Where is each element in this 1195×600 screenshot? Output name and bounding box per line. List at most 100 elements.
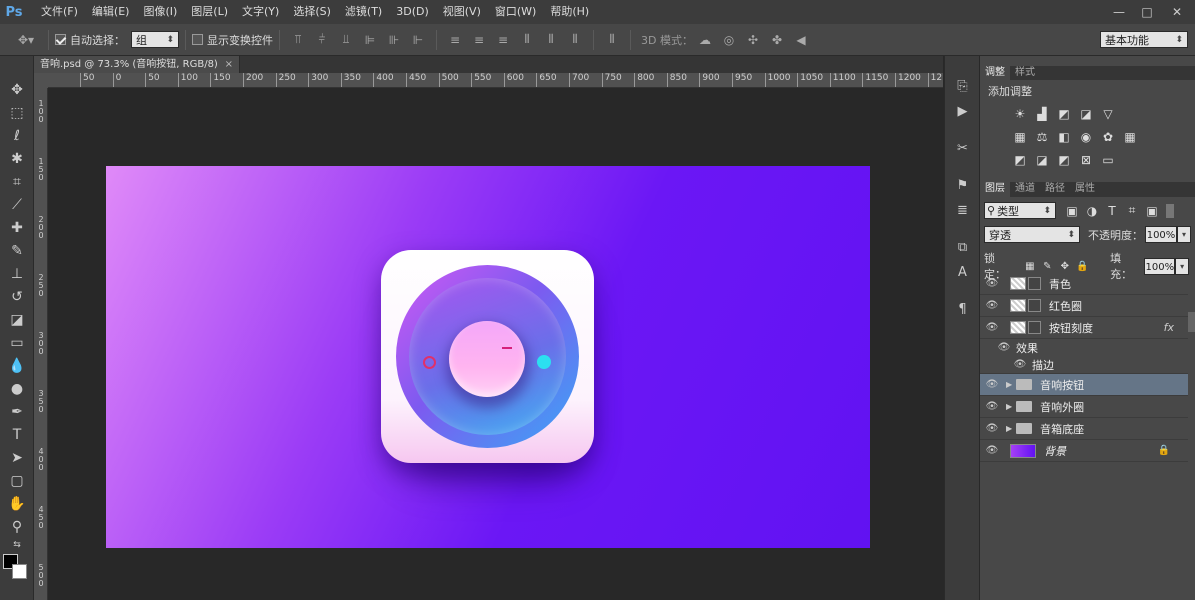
filter-type-icon[interactable]: T [1104,203,1120,219]
minimize-button[interactable]: — [1104,0,1134,24]
layer-row[interactable]: 👁 按钮刻度 fx [980,317,1188,339]
lock-all-icon[interactable]: 🔒 [1075,258,1091,274]
effect-row[interactable]: 👁 描边 [980,356,1188,374]
filter-shape-icon[interactable]: ⌗ [1124,203,1140,219]
crop-tool-icon[interactable]: ⌗ [0,170,34,193]
visibility-eye-icon[interactable]: 👁 [980,423,1004,434]
clone-stamp-tool-icon[interactable]: ⊥ [0,262,34,285]
filter-toggle[interactable] [1166,203,1174,218]
curves-icon[interactable]: ◩ [1056,106,1072,122]
distribute-bottom-icon[interactable]: ≡ [495,32,511,48]
gradient-tool-icon[interactable]: ▭ [0,331,34,354]
pen-tool-icon[interactable]: ✒ [0,400,34,423]
paragraph-panel-icon[interactable]: ¶ [945,297,980,322]
close-document-icon[interactable]: × [225,56,233,73]
brush-presets-icon[interactable]: ✂ [945,136,980,161]
layer-row[interactable]: 👁 ▶ 音箱底座 [980,418,1188,440]
tab-layers[interactable]: 图层 [980,182,1010,197]
visibility-eye-icon[interactable]: 👁 [980,300,1004,311]
healing-brush-tool-icon[interactable]: ✚ [0,216,34,239]
menu-filter[interactable]: 滤镜(T) [338,0,389,24]
distribute-vcenter-icon[interactable]: ≡ [471,32,487,48]
history-panel-icon[interactable]: ⎘ [945,74,980,99]
lock-transparency-icon[interactable]: ▦ [1022,258,1038,274]
layer-row-selected[interactable]: 👁 ▶ 音响按钮 [980,374,1188,396]
3d-scale-icon[interactable]: ◀ [793,32,809,48]
expand-group-icon[interactable]: ▶ [1006,402,1012,411]
tab-properties[interactable]: 属性 [1070,182,1100,197]
distribute-top-icon[interactable]: ≡ [447,32,463,48]
align-left-icon[interactable]: ⊫ [362,32,378,48]
photo-filter-icon[interactable]: ◉ [1078,129,1094,145]
tab-adjustments[interactable]: 调整 [980,66,1010,80]
brush-tool-icon[interactable]: ✎ [0,239,34,262]
distribute-left-icon[interactable]: ⦀ [519,32,535,48]
tab-paths[interactable]: 路径 [1040,182,1070,197]
visibility-eye-icon[interactable]: 👁 [980,445,1004,456]
fill-input[interactable]: 100% [1144,257,1176,275]
3d-roll-icon[interactable]: ◎ [721,32,737,48]
opacity-input[interactable]: 100% [1145,226,1177,243]
dodge-tool-icon[interactable]: ● [0,377,34,400]
path-select-tool-icon[interactable]: ➤ [0,446,34,469]
3d-pan-icon[interactable]: ✣ [745,32,761,48]
align-right-icon[interactable]: ⊩ [410,32,426,48]
lock-pixels-icon[interactable]: ✎ [1040,258,1056,274]
channel-mixer-icon[interactable]: ✿ [1100,129,1116,145]
history-brush-tool-icon[interactable]: ↺ [0,285,34,308]
layers-scrollbar[interactable] [1188,312,1195,332]
selective-color-icon[interactable]: ▭ [1100,152,1116,168]
eyedropper-tool-icon[interactable]: ⟋ [0,193,34,216]
close-button[interactable]: ✕ [1162,0,1192,24]
visibility-eye-icon[interactable]: 👁 [980,322,1004,333]
zoom-tool-icon[interactable]: ⚲ [0,515,34,538]
blur-tool-icon[interactable]: 💧 [0,354,34,377]
menu-help[interactable]: 帮助(H) [543,0,596,24]
threshold-icon[interactable]: ◩ [1056,152,1072,168]
distribute-right-icon[interactable]: ⦀ [567,32,583,48]
effects-eye-icon[interactable]: 👁 [992,342,1016,353]
layer-row[interactable]: 👁 ▶ 音响外圈 [980,396,1188,418]
show-transform-checkbox[interactable] [192,34,203,45]
filter-smart-object-icon[interactable]: ▣ [1144,203,1160,219]
clone-source-icon[interactable]: ⧉ [945,235,980,260]
filter-pixel-icon[interactable]: ▣ [1064,203,1080,219]
visibility-eye-icon[interactable]: 👁 [980,401,1004,412]
vertical-ruler[interactable]: 100150200250300350400450500 [34,88,48,600]
workspace-dropdown[interactable]: 基本功能 [1100,31,1188,48]
posterize-icon[interactable]: ◪ [1034,152,1050,168]
levels-icon[interactable]: ▟ [1034,106,1050,122]
layer-row[interactable]: 👁 青色 [980,273,1188,295]
menu-select[interactable]: 选择(S) [286,0,338,24]
eraser-tool-icon[interactable]: ◪ [0,308,34,331]
align-vcenter-icon[interactable]: ⫩ [314,32,330,48]
background-color[interactable] [12,564,27,579]
hue-saturation-icon[interactable]: ▦ [1012,129,1028,145]
layer-effects-badge[interactable]: fx [1164,321,1174,334]
quick-select-tool-icon[interactable]: ✱ [0,147,34,170]
color-lookup-icon[interactable]: ▦ [1122,129,1138,145]
filter-adjustment-icon[interactable]: ◑ [1084,203,1100,219]
blend-mode-dropdown[interactable]: 穿透 [984,226,1080,243]
3d-slide-icon[interactable]: ✤ [769,32,785,48]
expand-group-icon[interactable]: ▶ [1006,424,1012,433]
menu-image[interactable]: 图像(I) [136,0,184,24]
visibility-eye-icon[interactable]: 👁 [980,278,1004,289]
document-tab[interactable]: 音响.psd @ 73.3% (音响按钮, RGB/8) × [34,56,240,73]
menu-view[interactable]: 视图(V) [436,0,488,24]
fill-slider-toggle[interactable]: ▾ [1175,257,1189,275]
menu-layer[interactable]: 图层(L) [184,0,235,24]
menu-file[interactable]: 文件(F) [34,0,85,24]
layer-filter-dropdown[interactable]: ⚲ 类型 [984,202,1056,219]
horizontal-ruler[interactable]: 50 0 50 100 150 200 250 300 350 400 450 500 550 600 65… [48,73,943,88]
move-tool-preset-icon[interactable]: ✥▾ [14,32,38,48]
color-swatches[interactable] [0,552,33,582]
vibrance-icon[interactable]: ▽ [1100,106,1116,122]
lock-position-icon[interactable]: ✥ [1057,258,1073,274]
layer-row[interactable]: 👁 红色圈 [980,295,1188,317]
menu-3d[interactable]: 3D(D) [389,0,436,24]
hand-tool-icon[interactable]: ✋ [0,492,34,515]
black-white-icon[interactable]: ◧ [1056,129,1072,145]
expand-group-icon[interactable]: ▶ [1006,380,1012,389]
menu-edit[interactable]: 编辑(E) [85,0,137,24]
